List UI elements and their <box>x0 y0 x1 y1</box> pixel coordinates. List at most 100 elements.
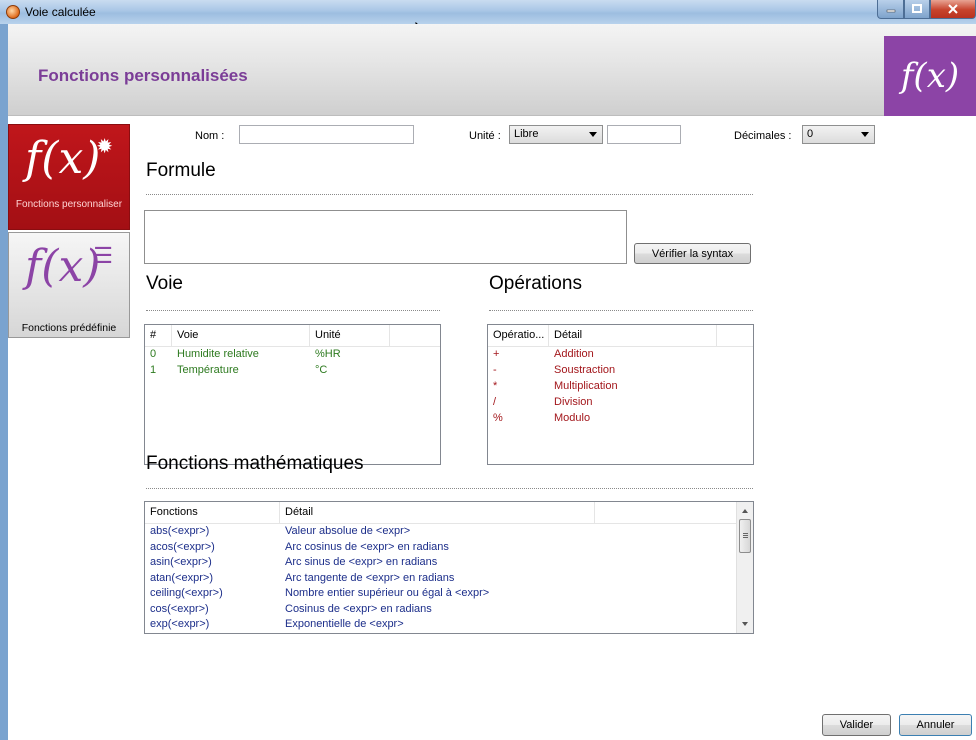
math-functions-listview[interactable]: Fonctions Détail abs(<expr>) Valeur abso… <box>144 501 754 634</box>
function-name: asin(<expr>) <box>150 556 212 568</box>
list-icon: ☰ <box>93 243 113 268</box>
operation-detail: Addition <box>554 348 594 360</box>
list-item[interactable]: asin(<expr>) Arc sinus de <expr> en radi… <box>145 555 753 571</box>
unit-select-value: Libre <box>514 128 539 140</box>
function-name: acos(<expr>) <box>150 540 215 553</box>
grip-line <box>743 535 748 536</box>
voie-unit: °C <box>315 364 328 376</box>
list-item[interactable]: exp(<expr>) Exponentielle de <expr> <box>145 617 753 633</box>
dialog-client: Fonctions personnalisées f(x) f(x) ✹ Fon… <box>8 24 976 740</box>
list-item[interactable]: cos(<expr>) Cosinus de <expr> en radians <box>145 602 753 618</box>
list-item[interactable]: / Division <box>488 395 753 411</box>
unit-custom-input[interactable] <box>607 125 681 144</box>
voie-number: 1 <box>150 364 157 376</box>
column-header-voie[interactable]: Voie <box>172 325 310 347</box>
window-controls <box>877 0 976 19</box>
cancel-button[interactable]: Annuler <box>899 714 972 736</box>
function-name: abs(<expr>) <box>150 525 210 537</box>
function-name: exp(<expr>) <box>150 618 210 630</box>
decimals-label: Décimales : <box>734 130 792 142</box>
column-header-detail[interactable]: Détail <box>549 325 717 347</box>
formula-section-title: Formule <box>146 160 216 181</box>
decimals-select-value: 0 <box>807 128 814 140</box>
list-item[interactable]: atan(<expr>) Arc tangente de <expr> en r… <box>145 571 753 587</box>
voie-name: Humidite relative <box>177 348 259 360</box>
gear-icon: ✹ <box>96 136 113 158</box>
header-banner: Fonctions personnalisées f(x) <box>8 24 976 116</box>
vertical-scrollbar[interactable] <box>736 502 753 633</box>
close-button[interactable] <box>930 0 976 19</box>
list-item[interactable]: + Addition <box>488 347 753 363</box>
column-header-operation[interactable]: Opératio... <box>488 325 549 347</box>
formula-textarea[interactable] <box>144 210 627 264</box>
function-detail: Cosinus de <expr> en radians <box>285 602 432 615</box>
name-input[interactable] <box>239 125 414 144</box>
function-detail: Nombre entier supérieur ou égal à <expr> <box>285 587 490 599</box>
verify-syntax-button[interactable]: Vérifier la syntax <box>634 243 751 264</box>
operation-detail: Division <box>554 396 593 408</box>
list-item[interactable]: abs(<expr>) Valeur absolue de <expr> <box>145 524 753 540</box>
list-item[interactable]: ceiling(<expr>) Nombre entier supérieur … <box>145 586 753 602</box>
list-item[interactable]: 0 Humidite relative %HR <box>145 347 440 363</box>
maximize-button[interactable] <box>904 0 930 19</box>
math-separator <box>146 488 753 489</box>
operation-symbol: - <box>493 364 497 376</box>
chevron-down-icon <box>589 132 597 137</box>
column-header-unite[interactable]: Unité <box>310 325 390 347</box>
voie-unit: %HR <box>315 348 341 360</box>
chevron-down-icon <box>861 132 869 137</box>
voie-section-title: Voie <box>146 273 183 294</box>
function-name: ceiling(<expr>) <box>150 587 223 599</box>
fx-logo-icon: f(x) <box>884 36 976 116</box>
left-nav: f(x) ✹ Fonctions personnaliser f(x) ☰ Fo… <box>8 124 130 338</box>
operation-symbol: + <box>493 348 500 360</box>
function-detail: Arc tangente de <expr> en radians <box>285 571 455 584</box>
function-detail: Valeur absolue de <expr> <box>285 525 411 537</box>
operation-symbol: / <box>493 396 497 408</box>
voie-list-header: # Voie Unité <box>145 325 440 347</box>
minimize-icon <box>886 9 895 13</box>
close-icon <box>948 4 958 14</box>
nav-item-label: Fonctions prédéfinie <box>21 322 117 334</box>
list-item[interactable]: - Soustraction <box>488 363 753 379</box>
nav-item-label: Fonctions personnaliser <box>15 199 123 210</box>
math-section-title: Fonctions mathématiques <box>146 453 364 474</box>
list-item[interactable]: * Multiplication <box>488 379 753 395</box>
operations-listview[interactable]: Opératio... Détail + Addition - Soustrac… <box>487 324 754 465</box>
operations-section-title: Opérations <box>489 273 582 294</box>
column-header-number[interactable]: # <box>145 325 172 347</box>
maximize-icon <box>912 4 922 13</box>
nav-item-fonctions-personnaliser[interactable]: f(x) ✹ Fonctions personnaliser <box>8 124 130 230</box>
operation-detail: Modulo <box>554 412 591 424</box>
operations-separator <box>489 310 753 311</box>
voie-separator <box>146 310 440 311</box>
list-item[interactable]: acos(<expr>) Arc cosinus de <expr> en ra… <box>145 540 753 556</box>
decimals-select[interactable]: 0 <box>802 125 875 144</box>
grip-line <box>743 533 748 534</box>
nav-item-fonctions-predefinie[interactable]: f(x) ☰ Fonctions prédéfinie <box>8 232 130 338</box>
voie-listview[interactable]: # Voie Unité 0 Humidite relative %HR 1 T… <box>144 324 441 465</box>
scroll-up-icon[interactable] <box>742 509 748 513</box>
list-item[interactable]: 1 Température °C <box>145 363 440 379</box>
validate-button[interactable]: Valider <box>822 714 891 736</box>
fx-list-icon: f(x) <box>25 241 101 292</box>
operation-symbol: % <box>493 412 503 424</box>
operation-detail: Soustraction <box>554 364 616 376</box>
unit-label: Unité : <box>469 130 501 142</box>
minimize-button[interactable] <box>877 0 904 19</box>
function-detail: Arc sinus de <expr> en radians <box>285 556 438 568</box>
app-icon <box>6 5 20 19</box>
operation-symbol: * <box>493 380 498 392</box>
function-detail: Exponentielle de <expr> <box>285 618 404 630</box>
unit-select[interactable]: Libre <box>509 125 603 144</box>
formula-separator <box>146 194 753 195</box>
column-header-fonctions[interactable]: Fonctions <box>145 502 280 524</box>
function-name: atan(<expr>) <box>150 571 213 584</box>
list-item[interactable]: % Modulo <box>488 411 753 427</box>
scroll-thumb[interactable] <box>739 519 751 553</box>
scroll-down-icon[interactable] <box>742 622 748 626</box>
voie-name: Température <box>177 364 239 376</box>
column-header-detail[interactable]: Détail <box>280 502 595 524</box>
voie-number: 0 <box>150 348 157 360</box>
window-title: Voie calculée <box>25 5 96 19</box>
